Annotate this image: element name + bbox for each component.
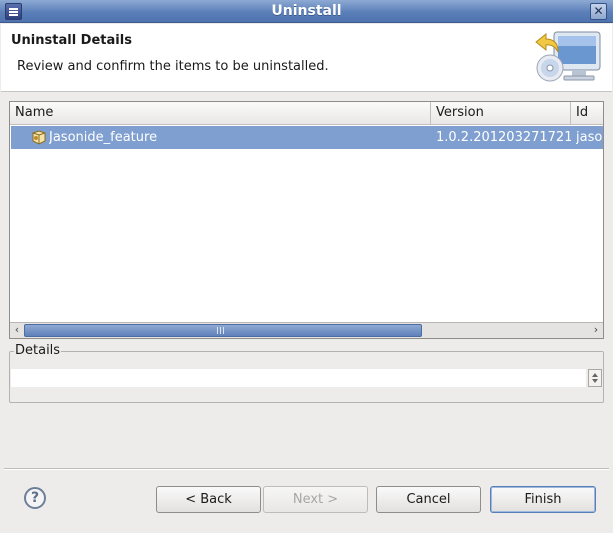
cancel-button[interactable]: Cancel (376, 486, 481, 513)
uninstall-wizard-icon (535, 31, 601, 82)
button-bar-separator (4, 468, 609, 470)
title-bar: Uninstall ✕ (0, 0, 613, 23)
table-row[interactable]: Jasonide_feature 1.0.2.201203271721 jaso (11, 126, 603, 149)
scroll-right-icon[interactable]: › (589, 323, 603, 338)
back-button[interactable]: < Back (156, 486, 261, 513)
uninstall-items-table[interactable]: Name Version Id Jasonide_feature 1.0.2.2… (9, 101, 604, 339)
details-label: Details (14, 343, 62, 358)
scroll-thumb[interactable] (24, 324, 422, 337)
details-scroll-spinner-icon[interactable] (588, 369, 602, 387)
help-icon[interactable]: ? (24, 487, 46, 509)
table-header: Name Version Id (10, 102, 603, 125)
row-name: Jasonide_feature (49, 130, 158, 145)
details-text-area[interactable] (11, 369, 586, 387)
row-version: 1.0.2.201203271721 (436, 130, 571, 145)
horizontal-scrollbar[interactable]: ‹ › (10, 322, 603, 338)
page-title: Uninstall Details (11, 33, 132, 48)
feature-icon (32, 130, 46, 145)
scroll-left-icon[interactable]: ‹ (10, 323, 24, 338)
row-id: jaso (576, 130, 603, 145)
column-header-id[interactable]: Id (570, 102, 603, 124)
close-button[interactable]: ✕ (590, 3, 607, 20)
column-header-name[interactable]: Name (10, 102, 430, 124)
page-description: Review and confirm the items to be unins… (17, 59, 329, 74)
details-group: Details (9, 343, 604, 403)
wizard-header: Uninstall Details Review and confirm the… (1, 24, 612, 92)
scroll-grip-icon (217, 327, 225, 334)
next-button[interactable]: Next > (263, 486, 368, 513)
window-title: Uninstall (271, 3, 342, 19)
finish-button[interactable]: Finish (490, 486, 596, 513)
column-header-version[interactable]: Version (430, 102, 570, 124)
